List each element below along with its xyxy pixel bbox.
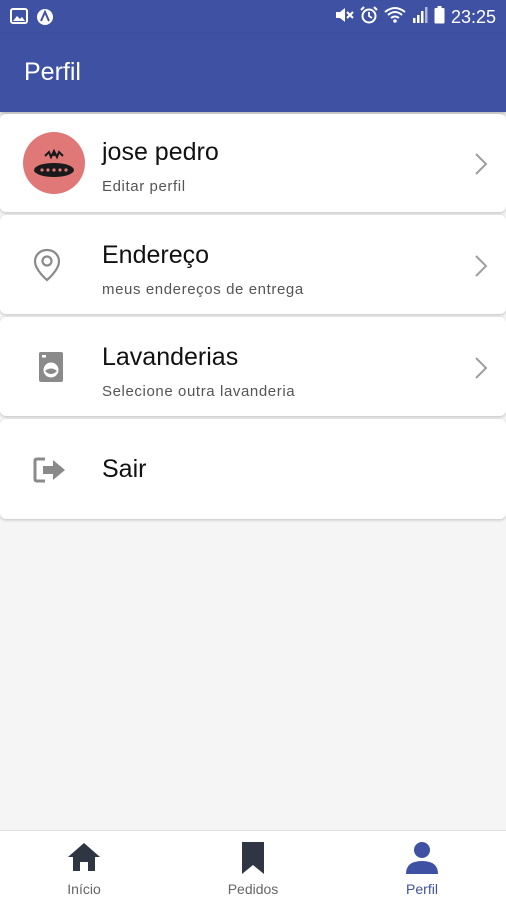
address-item[interactable]: Endereço meus endereços de entrega	[0, 215, 506, 314]
laundries-title: Lavanderias	[102, 343, 239, 371]
wifi-icon	[384, 6, 406, 29]
nav-profile[interactable]: Perfil	[338, 831, 506, 901]
person-icon	[406, 842, 438, 874]
status-right-icons: 23:25	[334, 6, 496, 29]
nav-home[interactable]: Início	[0, 831, 168, 901]
logout-title: Sair	[102, 455, 147, 483]
address-subtitle: meus endereços de entrega	[102, 281, 304, 298]
chevron-right-icon	[475, 153, 488, 175]
bottom-nav: Início Pedidos Perfil	[0, 830, 506, 901]
status-time: 23:25	[450, 7, 496, 27]
alarm-icon	[360, 6, 378, 29]
image-icon	[10, 8, 28, 31]
nav-profile-label: Perfil	[406, 881, 438, 897]
mute-icon	[334, 6, 354, 29]
status-left-icons	[10, 8, 54, 31]
nav-orders[interactable]: Pedidos	[169, 831, 337, 901]
app-a-icon	[36, 8, 54, 31]
address-title: Endereço	[102, 241, 210, 269]
chevron-right-icon	[475, 255, 488, 277]
signal-icon	[412, 6, 428, 29]
bookmark-icon	[242, 842, 264, 874]
logout-item[interactable]: Sair	[0, 419, 506, 519]
profile-card[interactable]: jose pedro Editar perfil	[0, 114, 506, 212]
home-icon	[68, 843, 100, 871]
chevron-right-icon	[475, 357, 488, 379]
status-bar: 23:25	[0, 0, 506, 34]
washing-machine-icon	[39, 352, 63, 382]
nav-orders-label: Pedidos	[227, 881, 279, 897]
laundries-subtitle: Selecione outra lavanderia	[102, 383, 296, 400]
laundries-item[interactable]: Lavanderias Selecione outra lavanderia	[0, 317, 506, 416]
app-bar: Perfil	[0, 34, 506, 112]
page-title: Perfil	[24, 58, 81, 86]
battery-icon	[434, 6, 445, 29]
location-pin-icon	[33, 248, 61, 282]
profile-subtitle: Editar perfil	[102, 178, 186, 195]
nav-home-label: Início	[67, 881, 101, 897]
profile-name: jose pedro	[102, 138, 219, 166]
logout-icon	[33, 457, 65, 483]
avatar	[23, 132, 85, 194]
